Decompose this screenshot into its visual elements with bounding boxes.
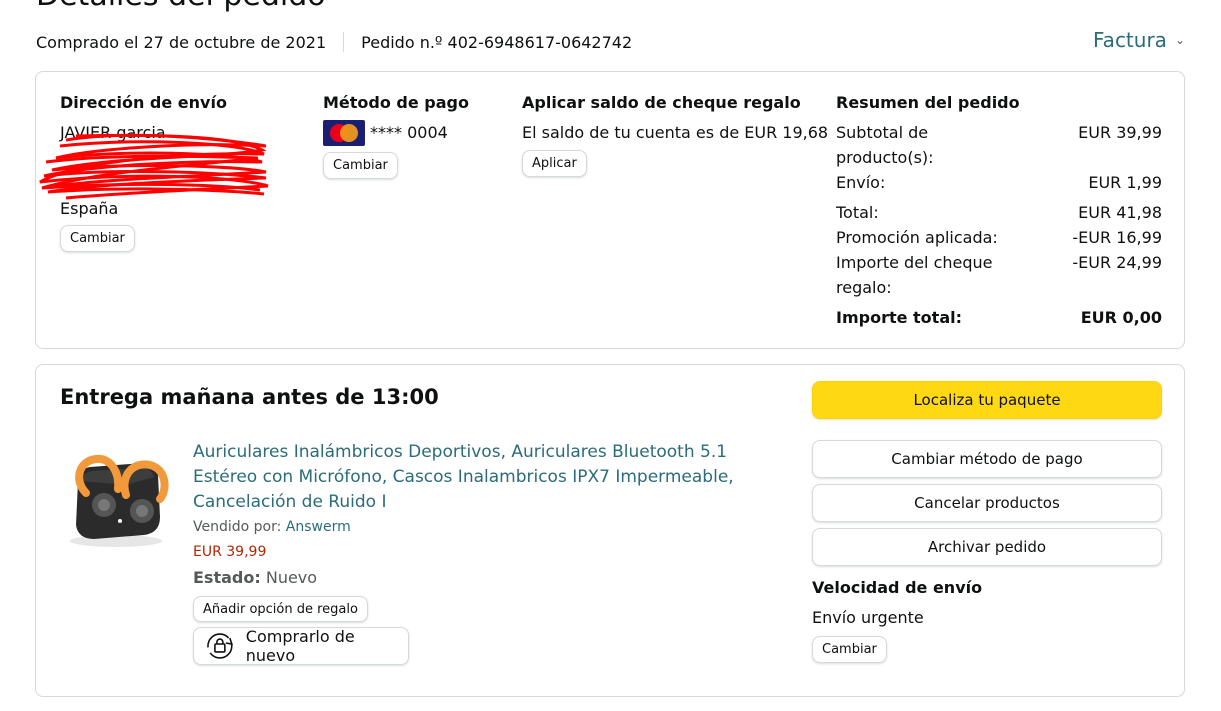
seller-link[interactable]: Answerm xyxy=(286,519,351,535)
product-condition: Estado: Nuevo xyxy=(193,568,317,587)
meta-divider xyxy=(343,32,345,52)
change-address-button[interactable]: Cambiar xyxy=(60,225,135,252)
product-price: EUR 39,99 xyxy=(193,544,267,560)
change-payment-method-button[interactable]: Cambiar método de pago xyxy=(812,440,1162,478)
summary-row: Envío: EUR 1,99 xyxy=(836,170,1162,195)
delivery-title: Entrega mañana antes de 13:00 xyxy=(60,385,439,409)
condition-value: Nuevo xyxy=(265,568,318,587)
mastercard-icon xyxy=(323,120,365,146)
summary-title: Resumen del pedido xyxy=(836,93,1020,112)
summary-label: Importe del cheque regalo: xyxy=(836,253,993,297)
summary-label: Envío: xyxy=(836,173,886,192)
track-package-button[interactable]: Localiza tu paquete xyxy=(812,381,1162,419)
summary-total-row: Importe total: EUR 0,00 xyxy=(836,305,1162,330)
gift-balance: El saldo de tu cuenta es de EUR 19,68 xyxy=(522,123,829,142)
redaction-scribble xyxy=(39,133,269,200)
shipping-speed-title: Velocidad de envío xyxy=(812,578,983,597)
summary-label: Promoción aplicada: xyxy=(836,228,998,247)
summary-label: Importe total: xyxy=(836,308,962,327)
summary-row: Subtotal de producto(s): EUR 39,99 xyxy=(836,120,1162,170)
buy-again-icon xyxy=(207,633,233,659)
summary-row: Importe del cheque regalo: -EUR 24,99 xyxy=(836,250,1162,300)
add-gift-option-button[interactable]: Añadir opción de regalo xyxy=(193,596,368,622)
summary-value: EUR 1,99 xyxy=(1088,173,1162,192)
order-info-card: Dirección de envío JAVIER garcia España … xyxy=(35,71,1185,349)
change-shipping-speed-button[interactable]: Cambiar xyxy=(812,636,887,663)
change-payment-button[interactable]: Cambiar xyxy=(323,152,398,179)
product-image[interactable] xyxy=(64,441,184,551)
apply-gift-button[interactable]: Aplicar xyxy=(522,150,587,177)
summary-row: Total: EUR 41,98 xyxy=(836,200,1162,225)
purchase-date: Comprado el 27 de octubre de 2021 xyxy=(36,32,327,52)
gift-title: Aplicar saldo de cheque regalo xyxy=(522,93,801,112)
summary-value: EUR 0,00 xyxy=(1080,308,1162,327)
order-meta: Comprado el 27 de octubre de 2021 Pedido… xyxy=(36,32,632,52)
condition-label: Estado: xyxy=(193,568,261,587)
page-title: Detalles del pedido xyxy=(36,0,326,13)
seller-label: Vendido por: xyxy=(193,519,282,535)
summary-value: EUR 41,98 xyxy=(1078,203,1162,222)
summary-label: Subtotal de producto(s): xyxy=(836,123,934,167)
summary-value: -EUR 24,99 xyxy=(1072,253,1162,272)
product-title-link[interactable]: Auriculares Inalámbricos Deportivos, Aur… xyxy=(193,440,773,515)
chevron-down-icon: ⌄ xyxy=(1174,33,1185,47)
invoice-dropdown[interactable]: Factura ⌄ xyxy=(1093,28,1185,52)
summary-value: EUR 39,99 xyxy=(1078,123,1162,142)
invoice-label: Factura xyxy=(1093,28,1167,52)
payment-title: Método de pago xyxy=(323,93,469,112)
delivery-card: Entrega mañana antes de 13:00 Auriculare… xyxy=(35,364,1185,697)
address-title: Dirección de envío xyxy=(60,93,227,112)
archive-order-button[interactable]: Archivar pedido xyxy=(812,528,1162,566)
buy-again-label: Comprarlo de nuevo xyxy=(245,627,355,665)
shipping-speed-value: Envío urgente xyxy=(812,608,924,627)
cancel-items-button[interactable]: Cancelar productos xyxy=(812,484,1162,522)
buy-again-button[interactable]: Comprarlo de nuevo xyxy=(193,627,409,665)
card-number: **** 0004 xyxy=(370,123,448,142)
summary-label: Total: xyxy=(836,203,879,222)
seller-info: Vendido por: Answerm xyxy=(193,519,351,535)
order-number: Pedido n.º 402-6948617-0642742 xyxy=(361,32,633,52)
summary-row: Promoción aplicada: -EUR 16,99 xyxy=(836,225,1162,250)
summary-value: -EUR 16,99 xyxy=(1072,228,1162,247)
